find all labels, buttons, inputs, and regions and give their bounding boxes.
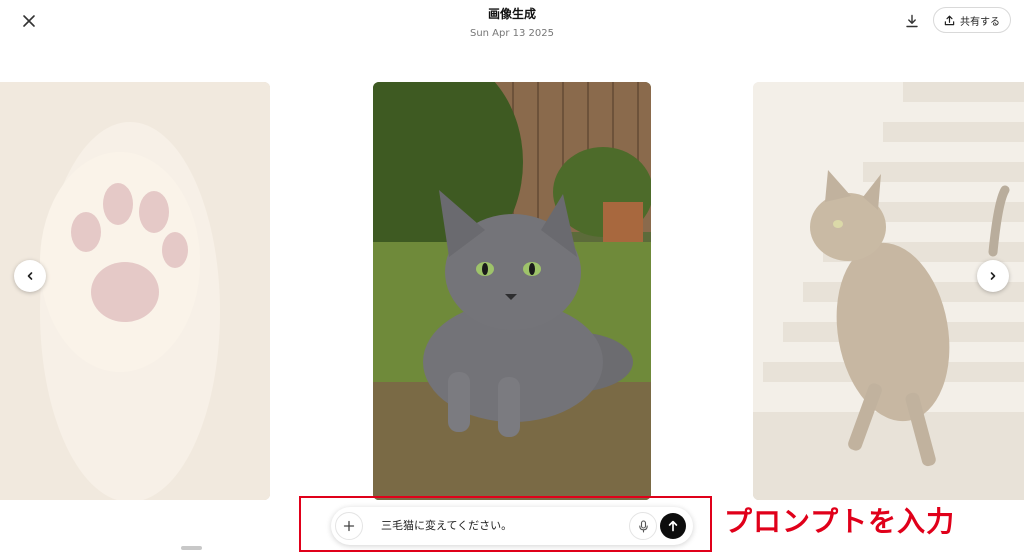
image-generation-viewer: 画像生成 Sun Apr 13 2025 共有する 三毛猫に変えてください。 プ… bbox=[0, 0, 1024, 553]
arrow-up-icon bbox=[668, 520, 678, 532]
download-button[interactable] bbox=[901, 10, 923, 32]
voice-input-button[interactable] bbox=[629, 512, 657, 540]
share-button[interactable]: 共有する bbox=[933, 7, 1011, 33]
send-button[interactable] bbox=[660, 513, 686, 539]
chevron-right-icon bbox=[990, 272, 996, 280]
image-card-next[interactable] bbox=[753, 82, 1024, 500]
inactive-overlay bbox=[753, 82, 1024, 500]
add-attachment-button[interactable] bbox=[335, 512, 363, 540]
upload-icon bbox=[944, 15, 955, 25]
plus-icon bbox=[343, 520, 355, 532]
annotation-label: プロンプトを入力 bbox=[724, 505, 956, 538]
microphone-icon bbox=[638, 519, 648, 533]
image-card-selected[interactable] bbox=[373, 82, 651, 500]
page-title: 画像生成 bbox=[487, 7, 536, 21]
inactive-overlay bbox=[0, 82, 270, 500]
prompt-bar: 三毛猫に変えてください。 bbox=[331, 507, 693, 545]
chevron-left-icon bbox=[27, 272, 33, 280]
header: 画像生成 Sun Apr 13 2025 bbox=[0, 6, 1024, 40]
next-image-button[interactable] bbox=[977, 260, 1009, 292]
download-icon bbox=[906, 14, 918, 28]
previous-image-button[interactable] bbox=[14, 260, 46, 292]
page-date: Sun Apr 13 2025 bbox=[469, 28, 555, 39]
scroll-handle[interactable] bbox=[181, 546, 202, 550]
gray-cat-image bbox=[373, 82, 651, 500]
image-card-previous[interactable] bbox=[0, 82, 270, 500]
share-label: 共有する bbox=[960, 16, 1000, 28]
prompt-input[interactable]: 三毛猫に変えてください。 bbox=[381, 517, 512, 535]
